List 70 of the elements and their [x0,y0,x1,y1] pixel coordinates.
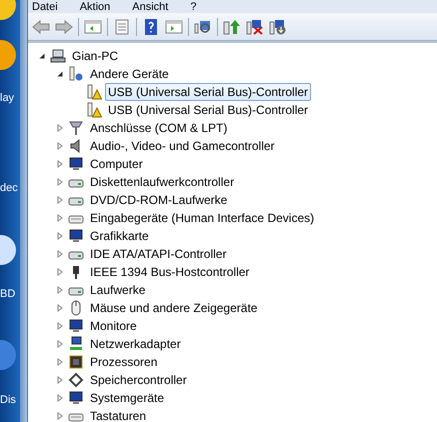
expand-toggle[interactable] [56,196,64,204]
port-icon [68,120,84,136]
expand-toggle[interactable] [56,412,64,420]
computer-icon [50,48,66,64]
tree-item[interactable]: Computer [87,155,146,173]
desktop-icon-label: BD [0,288,16,300]
tree-item[interactable]: Gian-PC [69,47,122,65]
menu-item[interactable]: ? [190,2,196,13]
tree-item[interactable]: Systemgeräte [87,389,168,407]
expand-toggle[interactable] [56,232,64,240]
tree-item[interactable]: USB (Universal Serial Bus)-Controller [105,101,312,119]
expand-toggle[interactable] [56,142,64,150]
expand-toggle[interactable] [56,286,64,294]
device-warning-icon [86,102,102,118]
device-question-icon [68,66,84,82]
disable-device-icon[interactable] [269,18,287,34]
expand-toggle[interactable] [56,358,64,366]
uninstall-icon[interactable] [246,18,264,34]
expand-toggle[interactable] [56,214,64,222]
help-icon[interactable] [142,18,160,34]
properties-icon[interactable] [113,18,131,34]
action-pane-icon[interactable] [165,18,183,34]
back-icon[interactable] [32,18,50,34]
network-icon [68,336,84,352]
tree-item[interactable]: DVD/CD-ROM-Laufwerke [87,191,230,209]
menu-item[interactable]: Datei [32,2,58,13]
expand-toggle[interactable] [56,394,64,402]
expand-toggle[interactable] [56,376,64,384]
expand-toggle[interactable] [38,52,46,60]
expand-toggle[interactable] [56,160,64,168]
tree-item[interactable]: Laufwerke [87,281,148,299]
menu-item[interactable]: Ansicht [132,2,168,13]
update-driver-icon[interactable] [223,18,241,34]
tree-item[interactable]: Andere Geräte [87,65,172,83]
monitor-icon [68,156,84,172]
connector-icon [68,372,84,388]
scan-hardware-icon[interactable] [194,18,212,34]
expand-toggle[interactable] [56,304,64,312]
monitor-icon [68,318,84,334]
tree-item[interactable]: Prozessoren [87,353,160,371]
monitor-icon [68,228,84,244]
expand-toggle[interactable] [56,322,64,330]
expand-toggle[interactable] [56,250,64,258]
tree-item[interactable]: IDE ATA/ATAPI-Controller [87,245,230,263]
expand-toggle[interactable] [56,178,64,186]
tree-item[interactable]: Speichercontroller [87,371,190,389]
console-tree-icon[interactable] [84,18,102,34]
desktop-icon-label: dec [0,182,18,194]
tree-item[interactable]: Tastaturen [87,407,150,422]
expand-toggle[interactable] [56,340,64,348]
tree-item[interactable]: Diskettenlaufwerkcontroller [87,173,238,191]
desktop-icon-label: Dis [0,394,16,406]
tree-item[interactable]: IEEE 1394 Bus-Hostcontroller [87,263,252,281]
monitor-icon [68,390,84,406]
tree-item[interactable]: Mäuse und andere Zeigegeräte [87,299,260,317]
expand-toggle[interactable] [56,268,64,276]
expand-toggle[interactable] [56,70,64,78]
tree-item[interactable]: USB (Universal Serial Bus)-Controller [105,83,312,101]
tree-item[interactable]: Anschlüsse (COM & LPT) [87,119,230,137]
device-warning-icon [86,84,102,100]
tree-item[interactable]: Netzwerkadapter [87,335,184,353]
desktop-icon-label: lay [0,92,14,104]
chip-icon [68,354,84,370]
tree-item[interactable]: Monitore [87,317,140,335]
tree-item[interactable]: Eingabegeräte (Human Interface Devices) [87,209,318,227]
expand-toggle[interactable] [56,124,64,132]
menu-item[interactable]: Aktion [80,2,110,13]
tree-item[interactable]: Audio-, Video- und Gamecontroller [87,137,278,155]
forward-icon[interactable] [55,18,73,34]
tree-item[interactable]: Grafikkarte [87,227,152,245]
